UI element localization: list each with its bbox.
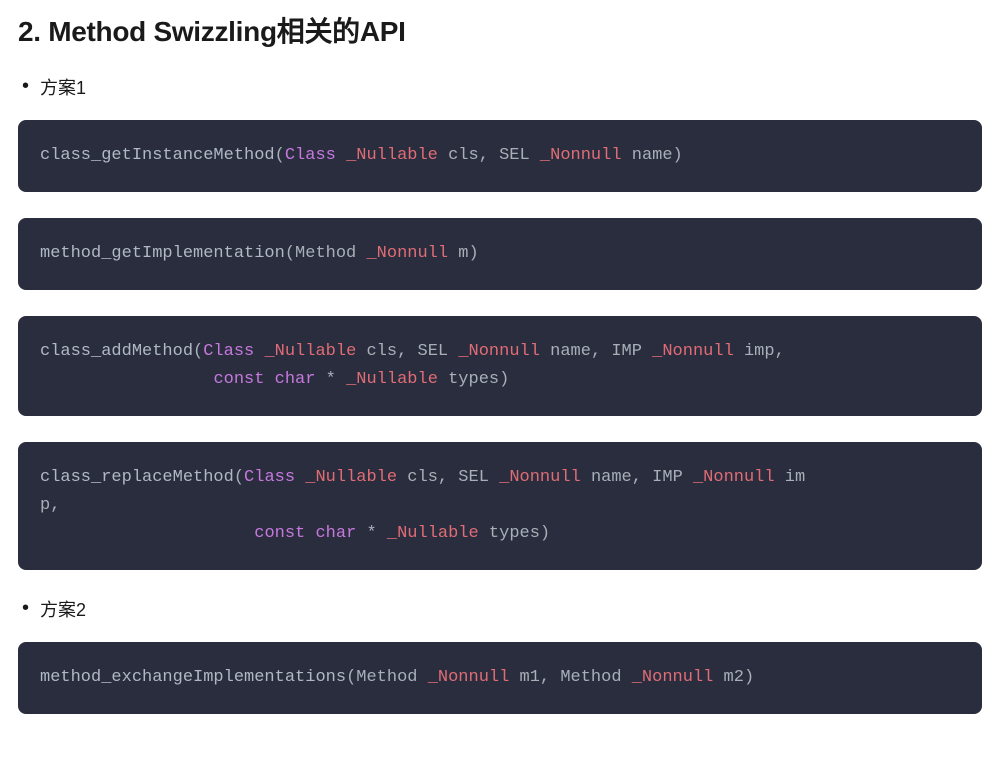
code-token-punct <box>305 524 315 543</box>
code-token-punct: cls, SEL <box>438 146 540 165</box>
code-token-punct: * <box>315 370 346 389</box>
code-token-punct: ( <box>193 342 203 361</box>
bullet-item: 方案2 <box>18 596 982 622</box>
code-token-keyword: char <box>275 370 316 389</box>
code-token-fn: method_exchangeImplementations <box>40 668 346 687</box>
code-token-punct: (Method <box>346 668 428 687</box>
code-token-type: Class <box>203 342 254 361</box>
code-line: const char * _Nullable types) <box>40 520 960 548</box>
code-block: method_getImplementation(Method _Nonnull… <box>18 218 982 290</box>
code-token-punct: p, <box>40 496 60 515</box>
code-token-keyword: const <box>254 524 305 543</box>
code-token-attr: _Nullable <box>264 342 356 361</box>
code-line: method_getImplementation(Method _Nonnull… <box>40 240 960 268</box>
code-token-punct: cls, SEL <box>356 342 458 361</box>
code-token-attr: _Nullable <box>346 370 438 389</box>
code-line: class_replaceMethod(Class _Nullable cls,… <box>40 464 960 492</box>
code-token-punct <box>40 370 213 389</box>
code-token-attr: _Nonnull <box>428 668 510 687</box>
code-token-fn: method_getImplementation <box>40 244 285 263</box>
code-token-punct: name, IMP <box>581 468 693 487</box>
code-token-punct: cls, SEL <box>397 468 499 487</box>
code-token-punct: ( <box>234 468 244 487</box>
code-token-punct: im <box>775 468 806 487</box>
code-token-punct: name) <box>622 146 683 165</box>
code-token-attr: _Nonnull <box>499 468 581 487</box>
code-token-punct: types) <box>438 370 509 389</box>
code-line: method_exchangeImplementations(Method _N… <box>40 664 960 692</box>
code-line: p, <box>40 492 960 520</box>
code-line: class_getInstanceMethod(Class _Nullable … <box>40 142 960 170</box>
code-line: class_addMethod(Class _Nullable cls, SEL… <box>40 338 960 366</box>
code-token-punct <box>336 146 346 165</box>
code-token-fn: class_addMethod <box>40 342 193 361</box>
code-block: class_replaceMethod(Class _Nullable cls,… <box>18 442 982 570</box>
code-token-punct <box>254 342 264 361</box>
code-token-attr: _Nullable <box>346 146 438 165</box>
code-token-punct: * <box>356 524 387 543</box>
code-token-punct: types) <box>479 524 550 543</box>
code-token-punct <box>264 370 274 389</box>
bullet-item: 方案1 <box>18 74 982 100</box>
code-token-punct: m2) <box>713 668 754 687</box>
code-token-fn: class_getInstanceMethod <box>40 146 275 165</box>
code-block: class_addMethod(Class _Nullable cls, SEL… <box>18 316 982 416</box>
code-token-attr: _Nullable <box>305 468 397 487</box>
code-block: class_getInstanceMethod(Class _Nullable … <box>18 120 982 192</box>
code-token-attr: _Nonnull <box>632 668 714 687</box>
code-token-punct: m1, Method <box>509 668 631 687</box>
code-token-attr: _Nonnull <box>540 146 622 165</box>
code-token-punct: ( <box>275 146 285 165</box>
code-token-attr: _Nonnull <box>693 468 775 487</box>
code-token-attr: _Nonnull <box>366 244 448 263</box>
bullet-list: 方案2 <box>18 596 982 622</box>
code-token-fn: class_replaceMethod <box>40 468 234 487</box>
code-token-punct: imp, <box>734 342 785 361</box>
code-token-type: Class <box>285 146 336 165</box>
code-token-punct <box>40 524 254 543</box>
code-token-punct <box>295 468 305 487</box>
code-token-keyword: char <box>315 524 356 543</box>
code-token-keyword: const <box>213 370 264 389</box>
content-container: 方案1class_getInstanceMethod(Class _Nullab… <box>18 74 982 714</box>
code-token-punct: name, IMP <box>540 342 652 361</box>
code-block: method_exchangeImplementations(Method _N… <box>18 642 982 714</box>
code-line: const char * _Nullable types) <box>40 366 960 394</box>
code-token-attr: _Nullable <box>387 524 479 543</box>
code-token-punct: (Method <box>285 244 367 263</box>
code-token-attr: _Nonnull <box>652 342 734 361</box>
code-token-attr: _Nonnull <box>458 342 540 361</box>
code-token-type: Class <box>244 468 295 487</box>
section-heading: 2. Method Swizzling相关的API <box>18 10 982 50</box>
bullet-list: 方案1 <box>18 74 982 100</box>
code-token-punct: m) <box>448 244 479 263</box>
